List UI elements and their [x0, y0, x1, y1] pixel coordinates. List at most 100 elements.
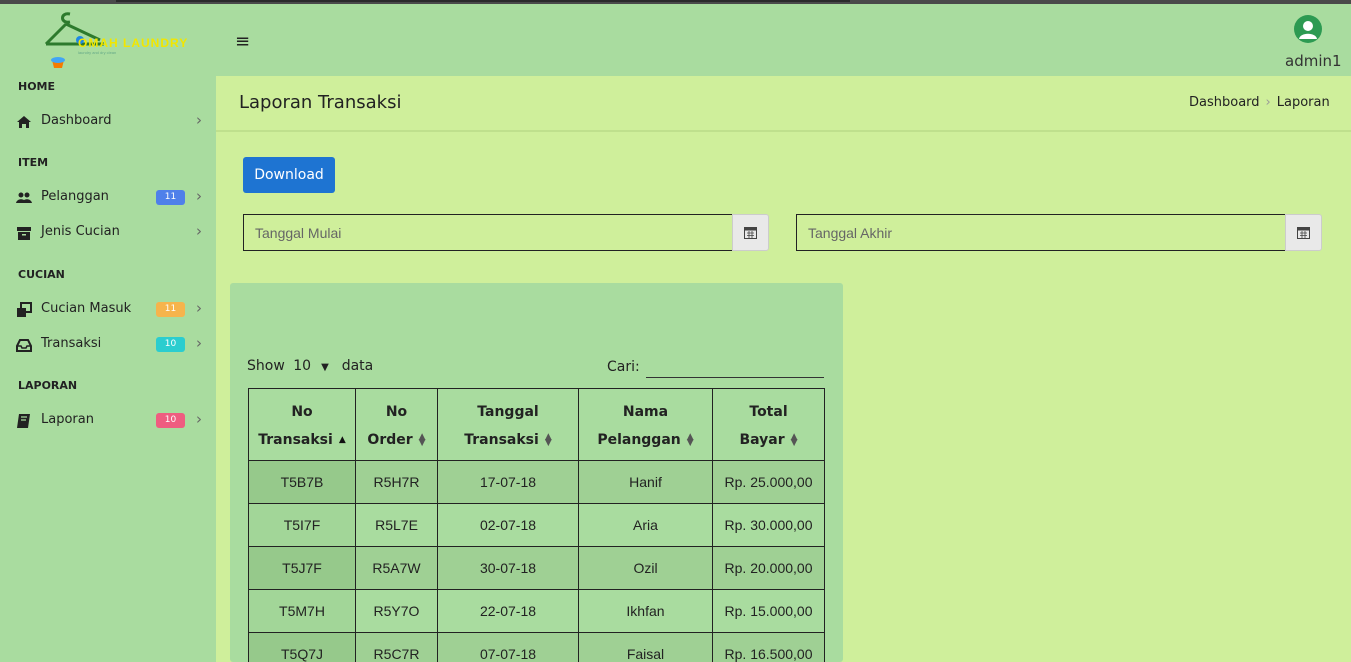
column-title: No [291, 403, 313, 420]
page-size-select[interactable]: 10 ▼ [293, 358, 333, 374]
count-badge: 10 [156, 413, 185, 428]
count-badge: 11 [156, 302, 185, 317]
sidebar-item-label: Transaksi [41, 336, 102, 351]
cell-no-transaksi: T5M7H [248, 589, 356, 633]
cell-nama: Ikhfan [578, 589, 713, 633]
column-header-tanggal-transaksi[interactable]: Tanggal Transaksi ▲ ▼ [437, 388, 579, 461]
column-header-nama-pelanggan[interactable]: Nama Pelanggan ▲ ▼ [578, 388, 713, 461]
chevron-right-icon: › [196, 187, 202, 205]
sidebar-item-label: Laporan [41, 412, 94, 427]
count-badge: 10 [156, 337, 185, 352]
cell-tanggal: 30-07-18 [437, 546, 579, 590]
table-row: T5M7H R5Y7O 22-07-18 Ikhfan Rp. 15.000,0… [248, 589, 825, 633]
chevron-right-icon: › [196, 334, 202, 352]
start-date-picker-button[interactable] [732, 214, 769, 251]
cell-total: Rp. 30.000,00 [712, 503, 825, 547]
page-title: Laporan Transaksi [239, 92, 402, 113]
count-badge: 11 [156, 190, 185, 205]
search-input[interactable] [646, 357, 824, 378]
header-divider [216, 130, 1351, 132]
cell-nama: Ozil [578, 546, 713, 590]
cell-total: Rp. 16.500,00 [712, 632, 825, 662]
column-title: Total [749, 403, 788, 420]
sidebar: HOME Dashboard › ITEM Pelanggan 11 › Jen… [0, 76, 216, 662]
user-name[interactable]: admin1 [1285, 52, 1342, 70]
column-header-no-order[interactable]: No Order ▲ ▼ [355, 388, 438, 461]
cell-nama: Aria [578, 503, 713, 547]
start-date-input[interactable] [243, 214, 733, 251]
browser-tab-bar [116, 0, 850, 2]
sidebar-section-laporan: LAPORAN [18, 379, 78, 392]
table-row: T5J7F R5A7W 30-07-18 Ozil Rp. 20.000,00 [248, 546, 825, 590]
cell-no-transaksi: T5J7F [248, 546, 356, 590]
cell-no-order: R5Y7O [355, 589, 438, 633]
cell-nama: Faisal [578, 632, 713, 662]
cell-tanggal: 07-07-18 [437, 632, 579, 662]
brand-tagline: laundry and dry clean [78, 50, 117, 55]
sort-icon: ▲ ▼ [790, 431, 798, 448]
brand-name: OMAH LAUNDRY [78, 36, 189, 50]
column-title: Nama [622, 403, 669, 420]
column-title: Transaksi [258, 431, 333, 448]
cell-nama: Hanif [578, 460, 713, 504]
users-icon [16, 192, 32, 203]
breadcrumb-laporan: Laporan [1276, 95, 1330, 110]
chevron-right-icon: › [196, 299, 202, 317]
top-header: OMAH LAUNDRY laundry and dry clean ≡ adm… [0, 4, 1351, 76]
table-row: T5I7F R5L7E 02-07-18 Aria Rp. 30.000,00 [248, 503, 825, 547]
menu-toggle-icon[interactable]: ≡ [235, 31, 250, 52]
calendar-icon [744, 227, 757, 239]
column-title: Tanggal [477, 403, 539, 420]
sidebar-item-label: Jenis Cucian [41, 224, 120, 239]
cell-total: Rp. 25.000,00 [712, 460, 825, 504]
sort-icon: ▲ ▼ [686, 431, 694, 448]
sidebar-item-laporan[interactable]: Laporan 10 › [0, 405, 216, 437]
sort-icon: ▲ ▼ [544, 431, 552, 448]
column-title: Order [367, 431, 413, 448]
download-button[interactable]: Download [243, 157, 335, 193]
cell-total: Rp. 15.000,00 [712, 589, 825, 633]
table-row: T5Q7J R5C7R 07-07-18 Faisal Rp. 16.500,0… [248, 632, 825, 662]
user-avatar-icon[interactable] [1294, 15, 1322, 43]
cell-no-order: R5C7R [355, 632, 438, 662]
end-date-picker-button[interactable] [1285, 214, 1322, 251]
inbox-icon [16, 339, 32, 352]
clone-icon [17, 302, 32, 317]
cell-tanggal: 17-07-18 [437, 460, 579, 504]
caret-down-icon: ▼ [321, 362, 329, 373]
sidebar-section-home: HOME [18, 80, 56, 93]
sort-icon: ▲ ▼ [418, 431, 426, 448]
page-size-control: Show 10 ▼ data [247, 358, 373, 374]
sidebar-item-dashboard[interactable]: Dashboard › [0, 106, 216, 138]
column-title: Transaksi [464, 431, 539, 448]
end-date-input[interactable] [796, 214, 1286, 251]
chevron-right-icon: › [196, 410, 202, 428]
sidebar-item-pelanggan[interactable]: Pelanggan 11 › [0, 182, 216, 214]
cell-no-order: R5A7W [355, 546, 438, 590]
sidebar-item-jenis-cucian[interactable]: Jenis Cucian › [0, 217, 216, 249]
breadcrumb-separator-icon: › [1265, 95, 1271, 110]
calendar-icon [1297, 227, 1310, 239]
sidebar-section-cucian: CUCIAN [18, 268, 65, 281]
sidebar-item-label: Dashboard [41, 113, 112, 128]
archive-icon [17, 227, 31, 240]
column-header-no-transaksi[interactable]: No Transaksi ▲ [248, 388, 356, 461]
transactions-table: No Transaksi ▲ No Order ▲ ▼ Tanggal Transaksi ▲… [248, 388, 825, 662]
sort-asc-icon: ▲ [338, 434, 346, 445]
cell-no-order: R5L7E [355, 503, 438, 547]
book-icon [17, 414, 30, 428]
chevron-right-icon: › [196, 111, 202, 129]
cell-no-transaksi: T5B7B [248, 460, 356, 504]
cell-no-transaksi: T5Q7J [248, 632, 356, 662]
sidebar-item-cucian-masuk[interactable]: Cucian Masuk 11 › [0, 294, 216, 326]
data-label: data [341, 358, 374, 374]
breadcrumb-dashboard[interactable]: Dashboard [1189, 95, 1260, 110]
cell-no-transaksi: T5I7F [248, 503, 356, 547]
column-title: Pelanggan [597, 431, 681, 448]
chevron-right-icon: › [196, 222, 202, 240]
sidebar-section-item: ITEM [18, 156, 49, 169]
search-label: Cari: [607, 359, 640, 375]
column-header-total-bayar[interactable]: Total Bayar ▲ ▼ [712, 388, 825, 461]
show-label: Show [247, 358, 285, 374]
sidebar-item-transaksi[interactable]: Transaksi 10 › [0, 329, 216, 361]
